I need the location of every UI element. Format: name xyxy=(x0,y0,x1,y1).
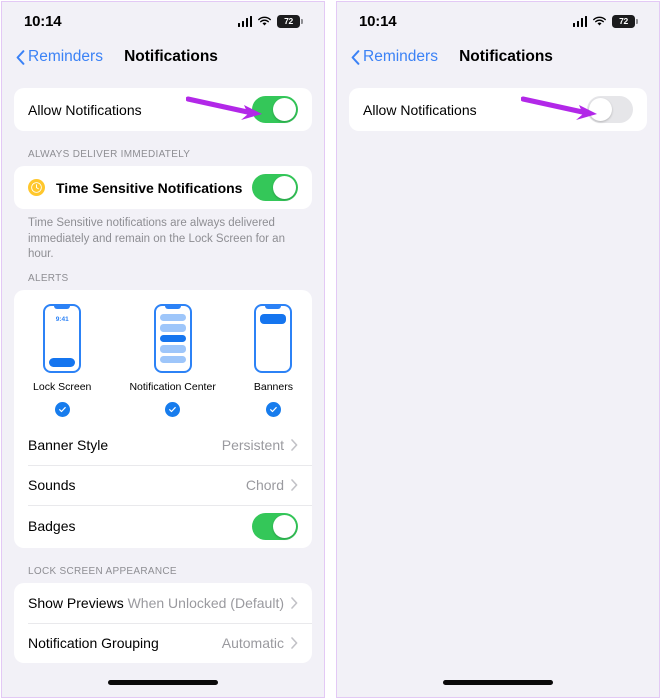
cellular-bars-icon xyxy=(572,15,587,27)
badges-row[interactable]: Badges xyxy=(14,504,312,548)
chevron-left-icon xyxy=(16,49,25,65)
wifi-icon xyxy=(593,16,606,26)
allow-notifications-toggle[interactable] xyxy=(252,96,298,123)
sounds-value: Chord xyxy=(245,476,284,493)
show-previews-label: Show Previews xyxy=(28,594,124,611)
status-bar: 10:14 72 xyxy=(337,2,659,40)
time-sensitive-label: Time Sensitive Notifications xyxy=(56,179,243,196)
back-button-label: Reminders xyxy=(28,48,103,65)
allow-notifications-row[interactable]: Allow Notifications xyxy=(14,88,312,131)
allow-notifications-card: Allow Notifications xyxy=(14,88,312,131)
alerts-options-grid: 9:41 Lock Screen Notification Center Ban… xyxy=(14,303,312,417)
allow-notifications-toggle[interactable] xyxy=(587,96,633,123)
comparison-screenshot-stage: 10:14 72 Reminders Notifications Allow N… xyxy=(0,0,661,700)
alert-option-lock-screen[interactable]: 9:41 Lock Screen xyxy=(33,303,92,417)
chevron-right-icon xyxy=(291,478,298,491)
banner-style-label: Banner Style xyxy=(28,436,109,453)
status-bar-icons: 72 xyxy=(572,14,638,28)
time-sensitive-footnote: Time Sensitive notifications are always … xyxy=(28,217,285,261)
always-deliver-header: ALWAYS DELIVER IMMEDIATELY xyxy=(28,149,191,160)
time-sensitive-row[interactable]: Time Sensitive Notifications xyxy=(14,166,312,209)
navigation-bar: Reminders Notifications xyxy=(337,40,659,74)
lock-screen-preview-icon: 9:41 xyxy=(43,303,82,373)
navigation-bar: Reminders Notifications xyxy=(2,40,324,74)
chevron-left-icon xyxy=(351,49,360,65)
chevron-right-icon xyxy=(291,636,298,649)
banner-style-value: Persistent xyxy=(221,436,284,453)
time-sensitive-card: Time Sensitive Notifications xyxy=(14,166,312,209)
show-previews-row[interactable]: Show Previews When Unlocked (Default) xyxy=(14,583,312,623)
allow-notifications-label: Allow Notifications xyxy=(363,101,477,118)
lock-screen-appearance-header: LOCK SCREEN APPEARANCE xyxy=(28,565,177,577)
alert-option-checkmark-icon[interactable] xyxy=(54,401,70,417)
left-phone-panel: 10:14 72 Reminders Notifications Allow N… xyxy=(1,1,325,698)
notification-grouping-value: Automatic xyxy=(221,634,284,651)
status-bar-clock: 10:14 xyxy=(359,12,397,30)
battery-indicator: 72 xyxy=(612,14,638,28)
notification-grouping-label: Notification Grouping xyxy=(28,634,159,651)
chevron-right-icon xyxy=(291,596,298,609)
alerts-options-card: 9:41 Lock Screen Notification Center Ban… xyxy=(14,289,312,425)
status-bar-icons: 72 xyxy=(237,14,303,28)
alerts-settings-rows: Banner Style Persistent Sounds Chord Bad… xyxy=(14,424,312,548)
banner-style-row[interactable]: Banner Style Persistent xyxy=(14,425,312,465)
allow-notifications-row[interactable]: Allow Notifications xyxy=(349,88,647,131)
sounds-label: Sounds xyxy=(28,476,76,493)
home-indicator xyxy=(108,680,218,685)
alerts-header: ALERTS xyxy=(28,272,69,284)
badges-label: Badges xyxy=(28,518,76,535)
battery-indicator: 72 xyxy=(277,14,303,28)
lock-screen-preview-time: 9:41 xyxy=(55,315,69,323)
cellular-bars-icon xyxy=(237,15,252,27)
banners-preview-icon xyxy=(254,303,293,373)
alert-option-checkmark-icon[interactable] xyxy=(265,401,281,417)
right-phone-panel: 10:14 72 Reminders Notifications Allow N… xyxy=(336,1,660,698)
time-sensitive-toggle[interactable] xyxy=(252,174,298,201)
lock-screen-appearance-card: Show Previews When Unlocked (Default) No… xyxy=(14,582,312,663)
alert-option-label: Notification Center xyxy=(129,380,216,393)
alert-option-banners[interactable]: Banners xyxy=(253,303,293,417)
wifi-icon xyxy=(258,16,271,26)
back-button-label: Reminders xyxy=(363,48,438,65)
notification-grouping-row[interactable]: Notification Grouping Automatic xyxy=(14,622,312,663)
alert-option-label: Lock Screen xyxy=(33,380,92,393)
back-button-reminders[interactable]: Reminders xyxy=(351,48,438,66)
badges-toggle[interactable] xyxy=(252,512,298,540)
alert-option-notification-center[interactable]: Notification Center xyxy=(129,303,216,417)
status-bar-clock: 10:14 xyxy=(24,12,62,30)
sounds-row[interactable]: Sounds Chord xyxy=(14,464,312,505)
allow-notifications-card: Allow Notifications xyxy=(349,88,647,131)
allow-notifications-label: Allow Notifications xyxy=(28,101,142,118)
clock-icon xyxy=(28,179,45,196)
status-bar: 10:14 72 xyxy=(2,2,324,40)
alert-option-label: Banners xyxy=(253,380,293,393)
back-button-reminders[interactable]: Reminders xyxy=(16,48,103,66)
alert-option-checkmark-icon[interactable] xyxy=(165,401,181,417)
chevron-right-icon xyxy=(291,438,298,451)
home-indicator xyxy=(443,680,553,685)
notification-center-preview-icon xyxy=(153,303,192,373)
show-previews-value: When Unlocked (Default) xyxy=(127,594,284,611)
